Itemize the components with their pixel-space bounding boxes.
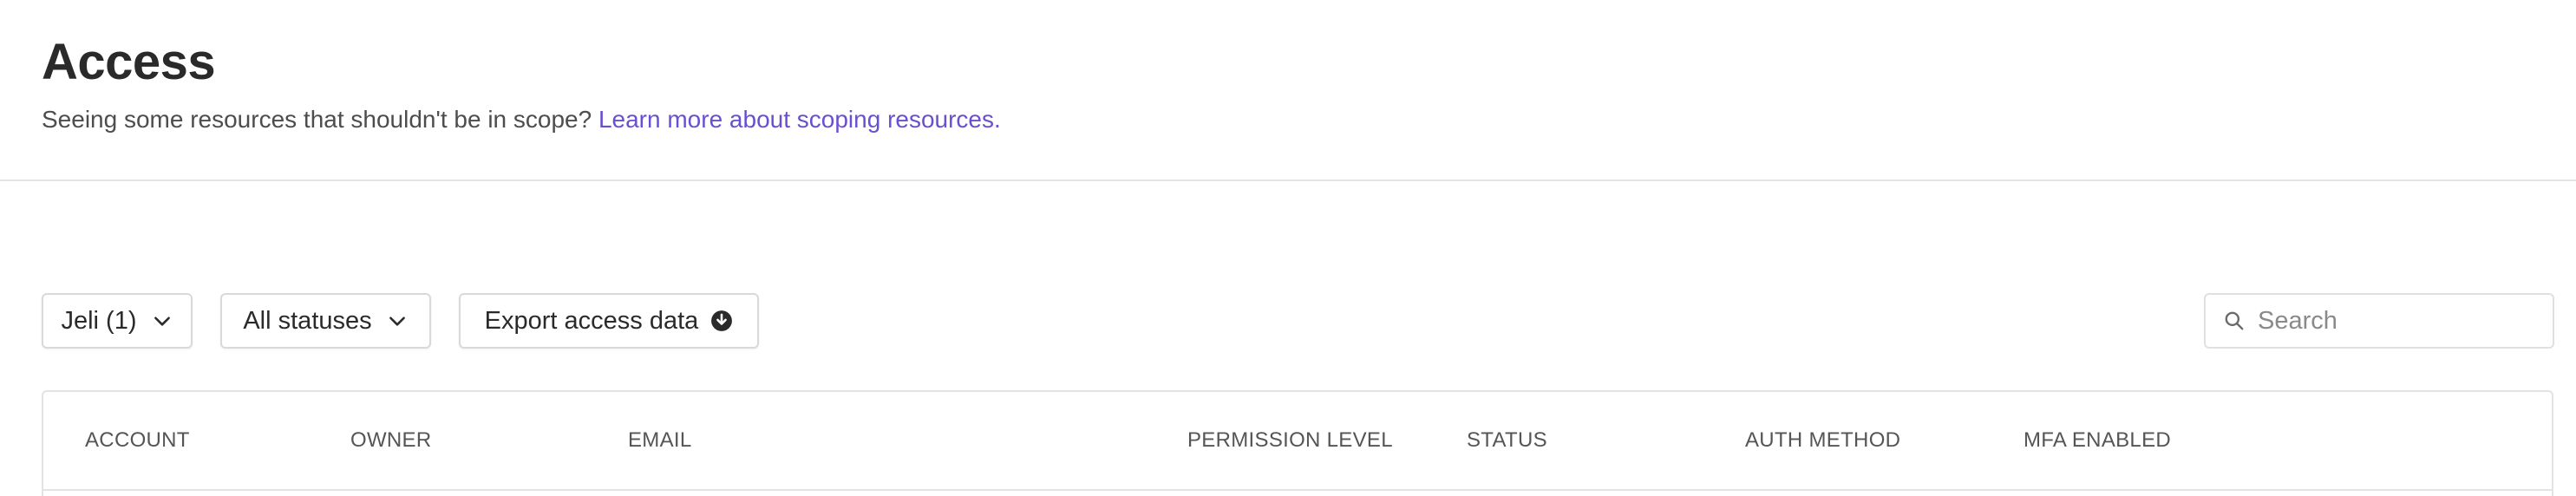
- toolbar: Jeli (1) All statuses Export access data: [0, 293, 2576, 349]
- column-header-permission-level[interactable]: PERMISSION LEVEL: [1187, 428, 1393, 453]
- chevron-down-icon: [389, 317, 405, 326]
- export-access-data-button[interactable]: Export access data: [459, 293, 759, 349]
- status-filter-dropdown[interactable]: All statuses: [220, 293, 431, 349]
- chevron-down-icon: [154, 317, 170, 326]
- column-header-owner[interactable]: OWNER: [350, 428, 432, 453]
- page-subtitle: Seeing some resources that shouldn't be …: [42, 102, 1001, 137]
- account-filter-dropdown[interactable]: Jeli (1): [42, 293, 193, 349]
- column-header-status[interactable]: STATUS: [1467, 428, 1547, 453]
- learn-more-link[interactable]: Learn more about scoping resources.: [598, 106, 1001, 133]
- column-header-email[interactable]: EMAIL: [628, 428, 692, 453]
- access-page: Access Seeing some resources that should…: [0, 0, 2576, 496]
- column-header-account[interactable]: ACCOUNT: [85, 428, 190, 453]
- account-filter-label: Jeli (1): [61, 306, 137, 335]
- column-header-auth-method[interactable]: AUTH METHOD: [1745, 428, 1900, 453]
- access-table: ACCOUNT OWNER EMAIL PERMISSION LEVEL STA…: [42, 390, 2553, 496]
- page-title: Access: [42, 34, 216, 90]
- column-header-mfa-enabled[interactable]: MFA ENABLED: [2024, 428, 2171, 453]
- table-header: ACCOUNT OWNER EMAIL PERMISSION LEVEL STA…: [43, 392, 2552, 491]
- page-header: Access Seeing some resources that should…: [0, 0, 2576, 181]
- search-box: [2204, 293, 2554, 349]
- search-input[interactable]: [2258, 306, 2535, 336]
- subtitle-text: Seeing some resources that shouldn't be …: [42, 106, 598, 133]
- search-icon: [2225, 311, 2244, 330]
- download-circle-icon: [711, 310, 733, 331]
- status-filter-label: All statuses: [243, 306, 372, 335]
- export-button-label: Export access data: [484, 306, 699, 335]
